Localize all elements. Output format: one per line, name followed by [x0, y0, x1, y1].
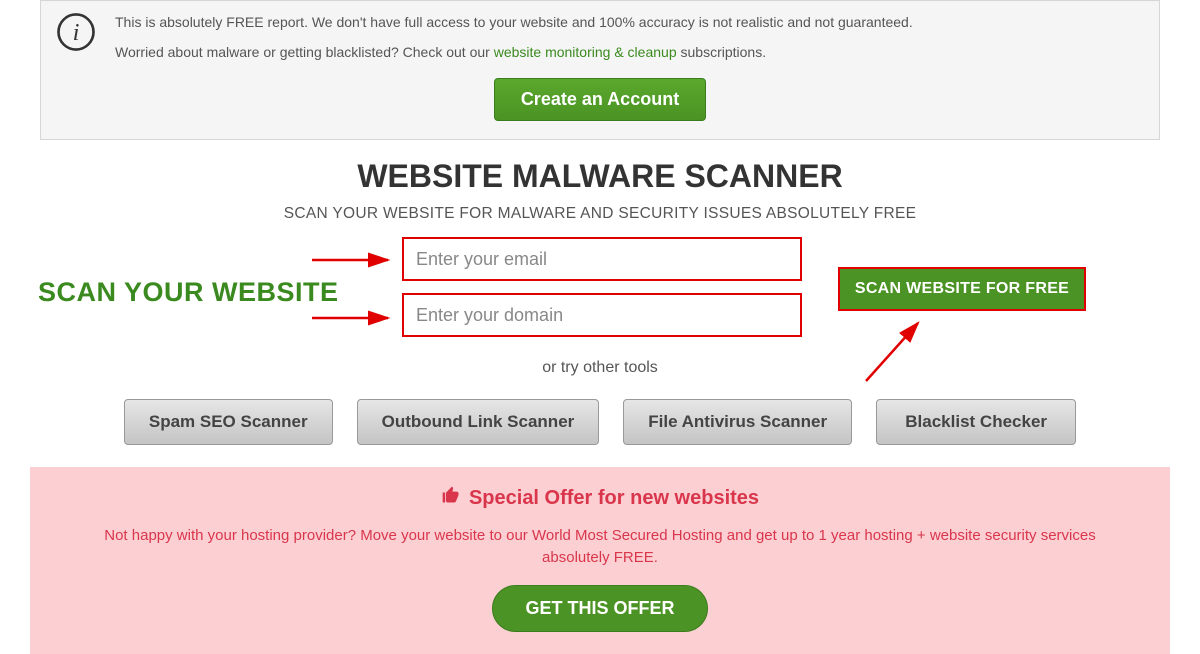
monitoring-link[interactable]: website monitoring & cleanup — [494, 44, 677, 60]
info-line2: Worried about malware or getting blackli… — [115, 43, 1145, 63]
spam-seo-scanner-button[interactable]: Spam SEO Scanner — [124, 399, 333, 445]
special-offer-box: Special Offer for new websites Not happy… — [30, 467, 1170, 654]
arrow-annotation-icon — [310, 251, 396, 269]
create-account-button[interactable]: Create an Account — [494, 78, 706, 121]
get-this-offer-button[interactable]: GET THIS OFFER — [492, 585, 707, 632]
or-try-label: or try other tools — [0, 359, 1200, 377]
tool-buttons-row: Spam SEO Scanner Outbound Link Scanner F… — [0, 399, 1200, 445]
page-title: WEBSITE MALWARE SCANNER — [0, 158, 1200, 195]
offer-description: Not happy with your hosting provider? Mo… — [70, 525, 1130, 569]
file-antivirus-scanner-button[interactable]: File Antivirus Scanner — [623, 399, 852, 445]
scan-form: SCAN YOUR WEBSITE SCAN WEBSITE FOR FREE … — [0, 237, 1200, 397]
scan-website-button[interactable]: SCAN WEBSITE FOR FREE — [838, 267, 1086, 311]
page-subtitle: SCAN YOUR WEBSITE FOR MALWARE AND SECURI… — [0, 205, 1200, 223]
outbound-link-scanner-button[interactable]: Outbound Link Scanner — [357, 399, 600, 445]
info-box: i This is absolutely FREE report. We don… — [40, 0, 1160, 140]
scan-your-website-label: SCAN YOUR WEBSITE — [38, 277, 339, 308]
domain-input[interactable] — [402, 293, 802, 337]
info-icon: i — [55, 9, 97, 58]
offer-title: Special Offer for new websites — [469, 487, 759, 510]
thumbs-up-icon — [441, 485, 461, 511]
info-line1: This is absolutely FREE report. We don't… — [115, 13, 1145, 33]
arrow-annotation-icon — [310, 309, 396, 327]
svg-text:i: i — [73, 19, 80, 46]
info-line2-pre: Worried about malware or getting blackli… — [115, 44, 494, 60]
email-input[interactable] — [402, 237, 802, 281]
blacklist-checker-button[interactable]: Blacklist Checker — [876, 399, 1076, 445]
info-line2-post: subscriptions. — [677, 44, 766, 60]
